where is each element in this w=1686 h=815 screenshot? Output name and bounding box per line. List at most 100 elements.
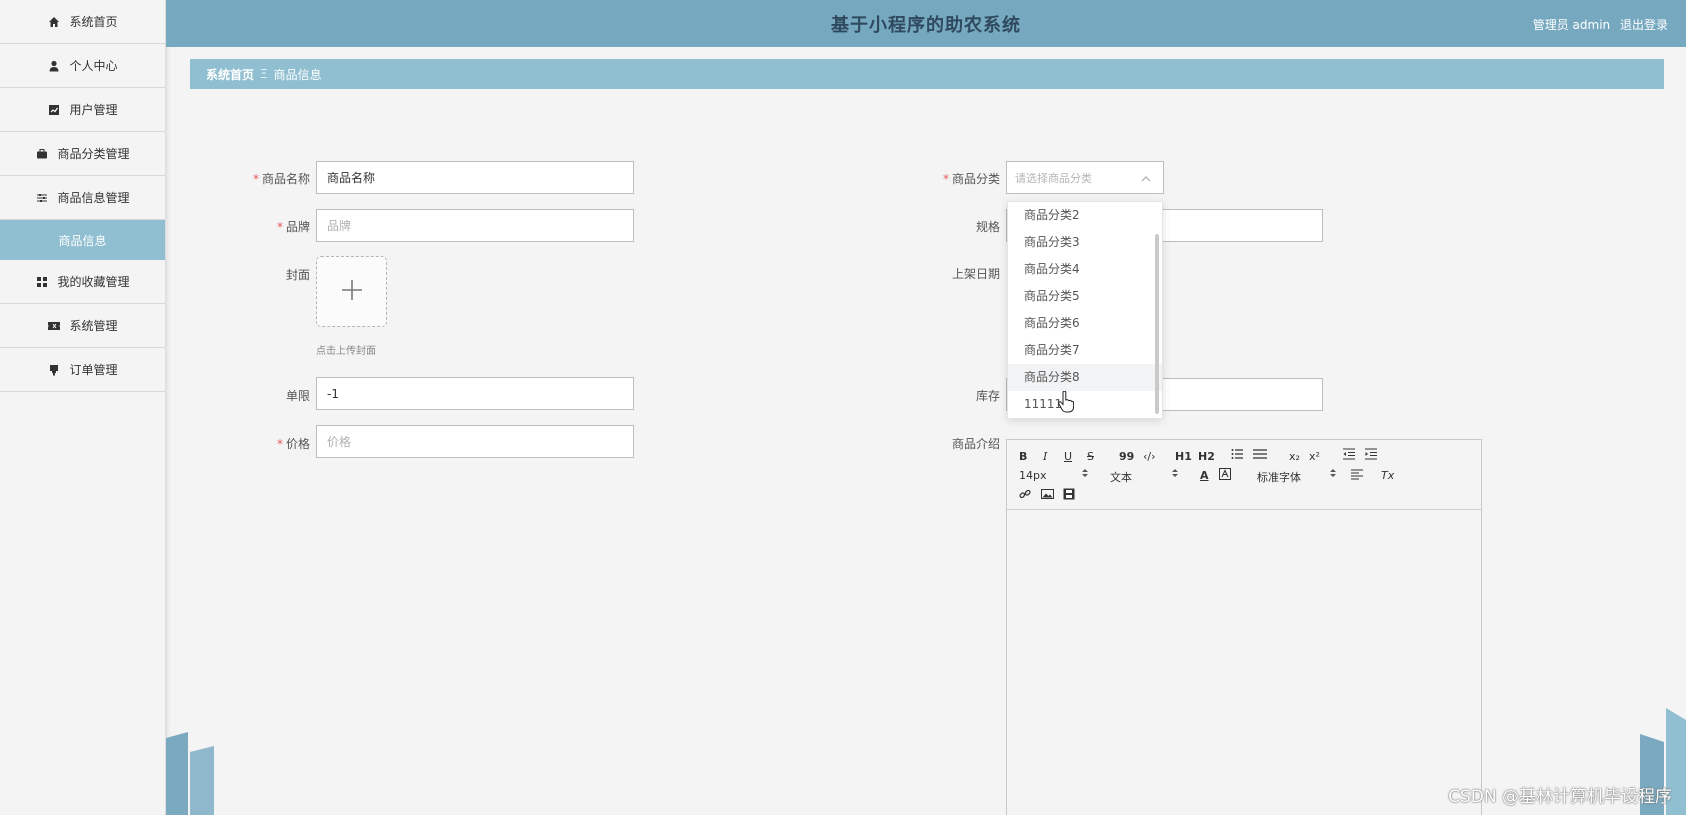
name-label: * 商品名称 <box>252 172 310 186</box>
bullet-list-icon[interactable] <box>1253 448 1267 463</box>
sidebar-item-orders[interactable]: 订单管理 <box>0 348 165 392</box>
sidebar-item-label: 系统首页 <box>69 15 118 29</box>
category-dropdown: 商品分类2 商品分类3 商品分类4 商品分类5 商品分类6 商品分类7 商品分类… <box>1007 201 1163 419</box>
sidebar-item-profile[interactable]: 个人中心 <box>0 44 165 88</box>
home-icon <box>47 15 61 29</box>
dropdown-scrollbar[interactable] <box>1155 234 1159 414</box>
sidebar-item-product-info[interactable]: 商品信息 <box>0 220 165 260</box>
breadcrumb-current: 商品信息 <box>273 67 322 82</box>
indent-decrease-icon[interactable] <box>1343 448 1355 463</box>
bold-button[interactable]: B <box>1019 450 1027 463</box>
updown-icon <box>1171 468 1179 481</box>
breadcrumb-home[interactable]: 系统首页 <box>206 66 254 83</box>
category-select-placeholder: 请选择商品分类 <box>1015 171 1092 185</box>
clear-format-button[interactable]: Tx <box>1381 469 1394 482</box>
decorative-blocks <box>0 725 166 815</box>
background-color-icon[interactable] <box>1219 468 1231 483</box>
breadcrumb-separator: Ξ <box>260 67 268 81</box>
sidebar-item-product-management[interactable]: 商品信息管理 <box>0 176 165 220</box>
dropdown-option[interactable]: 商品分类3 <box>1008 229 1162 256</box>
limit-input[interactable]: -1 <box>316 377 634 410</box>
sidebar-item-category-management[interactable]: 商品分类管理 <box>0 132 165 176</box>
chevron-up-icon <box>1141 173 1151 186</box>
ticket-icon <box>47 319 61 333</box>
updown-icon <box>1329 468 1337 481</box>
ordered-list-icon[interactable] <box>1231 448 1243 463</box>
dropdown-option[interactable]: 商品分类2 <box>1008 202 1162 229</box>
dropdown-option[interactable]: 11111 <box>1008 391 1162 418</box>
watermark-text: CSDN @基林计算机毕设程序 <box>1448 787 1672 807</box>
sidebar-item-label: 我的收藏管理 <box>57 275 130 289</box>
category-select[interactable]: 请选择商品分类 <box>1006 161 1164 194</box>
sidebar-item-label: 个人中心 <box>69 59 118 73</box>
sidebar-item-label: 订单管理 <box>69 363 118 377</box>
rich-text-editor: B I U S 99 ‹/› H1 H2 x₂ x² 14px 文本 A 标准字… <box>1006 439 1482 815</box>
price-label: * 价格 <box>276 437 310 451</box>
text-type-select[interactable]: 文本 <box>1110 469 1132 485</box>
hand-cursor-icon <box>1058 390 1075 417</box>
indent-increase-icon[interactable] <box>1365 448 1377 463</box>
code-button[interactable]: ‹/› <box>1143 450 1156 463</box>
cart-icon <box>47 363 61 377</box>
briefcase-icon <box>35 147 49 161</box>
app-title: 基于小程序的助农系统 <box>831 14 1021 36</box>
image-icon[interactable] <box>1041 488 1054 503</box>
strike-button[interactable]: S <box>1087 450 1094 463</box>
sidebar: 系统首页 个人中心 用户管理 商品分类管理 商品信息管理 商品信息 我的收藏管理… <box>0 0 166 815</box>
spec-label: 规格 <box>975 220 1000 234</box>
name-input[interactable]: 商品名称 <box>316 161 634 194</box>
h2-button[interactable]: H2 <box>1198 450 1215 463</box>
dropdown-option[interactable]: 商品分类7 <box>1008 337 1162 364</box>
chart-icon <box>47 103 61 117</box>
limit-label: 单限 <box>285 389 310 403</box>
stock-label: 库存 <box>975 389 1000 403</box>
link-icon[interactable] <box>1019 488 1031 503</box>
brand-input[interactable]: 品牌 <box>316 209 634 242</box>
category-label: * 商品分类 <box>942 172 1000 186</box>
dropdown-option[interactable]: 商品分类6 <box>1008 310 1162 337</box>
font-size-select[interactable]: 14px <box>1019 469 1047 482</box>
dropdown-option-hovered[interactable]: 商品分类8 <box>1008 364 1162 391</box>
sliders-icon <box>35 191 49 205</box>
italic-button[interactable]: I <box>1043 450 1047 463</box>
cover-label: 封面 <box>285 268 310 282</box>
superscript-button[interactable]: x² <box>1309 450 1320 463</box>
logout-link[interactable]: 退出登录 <box>1620 18 1668 32</box>
sidebar-item-label: 商品信息管理 <box>57 191 130 205</box>
video-icon[interactable] <box>1063 488 1075 503</box>
grid-icon <box>35 275 49 289</box>
editor-toolbar: B I U S 99 ‹/› H1 H2 x₂ x² 14px 文本 A 标准字… <box>1007 440 1481 510</box>
quote-button[interactable]: 99 <box>1119 450 1134 463</box>
h1-button[interactable]: H1 <box>1175 450 1192 463</box>
sidebar-item-system[interactable]: 系统管理 <box>0 304 165 348</box>
sidebar-item-home[interactable]: 系统首页 <box>0 0 165 44</box>
decorative-blocks <box>166 732 214 815</box>
align-icon[interactable] <box>1351 468 1363 483</box>
top-header: 基于小程序的助农系统 管理员 admin 退出登录 <box>166 0 1686 47</box>
underline-button[interactable]: U <box>1064 450 1072 463</box>
date-label: 上架日期 <box>951 267 1000 281</box>
editor-content-area[interactable] <box>1007 511 1481 815</box>
price-input[interactable]: 价格 <box>316 425 634 458</box>
app-window: 系统首页 个人中心 用户管理 商品分类管理 商品信息管理 商品信息 我的收藏管理… <box>0 0 1686 815</box>
sidebar-item-label: 商品信息 <box>58 233 107 248</box>
user-icon <box>47 59 61 73</box>
breadcrumb: 系统首页 Ξ 商品信息 <box>190 59 1664 89</box>
user-area: 管理员 admin 退出登录 <box>1527 16 1668 33</box>
font-family-select[interactable]: 标准字体 <box>1257 469 1301 485</box>
sidebar-item-favorites[interactable]: 我的收藏管理 <box>0 260 165 304</box>
intro-label: 商品介绍 <box>951 437 1000 451</box>
plus-icon <box>340 278 364 306</box>
sidebar-item-label: 系统管理 <box>69 319 118 333</box>
dropdown-option[interactable]: 商品分类4 <box>1008 256 1162 283</box>
font-color-button[interactable]: A <box>1200 469 1209 482</box>
sidebar-item-label: 商品分类管理 <box>57 147 130 161</box>
sidebar-item-users[interactable]: 用户管理 <box>0 88 165 132</box>
subscript-button[interactable]: x₂ <box>1289 450 1300 463</box>
sidebar-item-label: 用户管理 <box>69 103 118 117</box>
dropdown-option[interactable]: 商品分类5 <box>1008 283 1162 310</box>
brand-label: * 品牌 <box>276 220 310 234</box>
cover-upload-tip: 点击上传封面 <box>316 346 376 357</box>
user-label: 管理员 admin <box>1532 18 1611 32</box>
cover-upload-button[interactable] <box>316 256 387 327</box>
